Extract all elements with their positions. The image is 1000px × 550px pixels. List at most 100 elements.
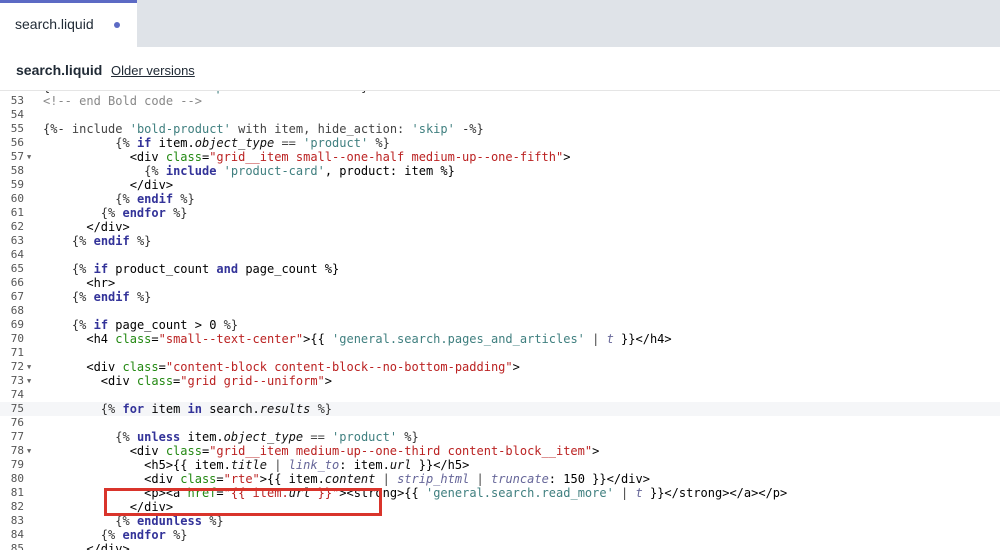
- tab-search-liquid[interactable]: search.liquid: [0, 0, 137, 47]
- code-token: {%-: [43, 122, 72, 136]
- code-token: "rte": [223, 472, 260, 486]
- line-number: 53: [10, 94, 24, 107]
- code-line[interactable]: 74: [0, 388, 1000, 402]
- code-token: =: [216, 472, 224, 486]
- code-text: {% for item in search.results %}: [43, 402, 332, 416]
- code-token: "{{ item.: [223, 486, 289, 500]
- code-text: {% endif %}: [43, 192, 195, 206]
- code-token: %}: [310, 402, 333, 416]
- code-token: endif: [93, 290, 130, 304]
- code-text: <h4 class="small--text-center">{{ 'gener…: [43, 332, 671, 346]
- code-text: {% if product_count and page_count %}: [43, 262, 339, 276]
- line-number: 58: [10, 164, 24, 177]
- fold-arrow-icon[interactable]: ▼: [27, 374, 35, 388]
- code-line[interactable]: 81 <p><a href="{{ item.url }}"><strong>{…: [0, 486, 1000, 500]
- code-editor[interactable]: 52{% include 'bold-mem-helper' with 'sea…: [0, 90, 1000, 550]
- code-token: <div: [144, 472, 181, 486]
- code-token: endif: [136, 192, 174, 206]
- code-line[interactable]: 69 {% if page_count > 0 %}: [0, 318, 1000, 332]
- code-line[interactable]: 67 {% endif %}: [0, 290, 1000, 304]
- code-token: : item.: [339, 458, 390, 472]
- fold-arrow-icon[interactable]: ▼: [27, 360, 35, 374]
- code-token: item: [144, 402, 188, 416]
- code-token: </div>: [86, 220, 130, 234]
- code-token: <hr>: [86, 276, 116, 290]
- line-number: 66: [10, 276, 24, 289]
- code-token: include: [71, 122, 123, 136]
- code-token: search.: [201, 402, 260, 416]
- line-number: 67: [10, 290, 24, 303]
- code-text: {% endfor %}: [43, 528, 188, 542]
- code-line[interactable]: 65 {% if product_count and page_count %}: [0, 262, 1000, 276]
- code-token: class: [115, 332, 152, 346]
- code-line[interactable]: 68: [0, 304, 1000, 318]
- code-token: {%: [100, 402, 123, 416]
- file-header: search.liquid Older versions: [0, 47, 1000, 90]
- code-line[interactable]: 84 {% endfor %}: [0, 528, 1000, 542]
- code-line[interactable]: 61 {% endfor %}: [0, 206, 1000, 220]
- code-line[interactable]: 85 </div>: [0, 542, 1000, 550]
- code-token: </div>: [86, 542, 130, 550]
- line-number: 55: [10, 122, 24, 135]
- code-line[interactable]: 57 ▼ <div class="grid__item small--one-ha…: [0, 150, 1000, 164]
- code-line[interactable]: 75 {% for item in search.results %}: [0, 402, 1000, 416]
- line-number: 73: [10, 374, 24, 387]
- code-token: truncate: [491, 472, 549, 486]
- older-versions-link[interactable]: Older versions: [111, 63, 195, 78]
- code-line[interactable]: 53 <!-- end Bold code -->: [0, 94, 1000, 108]
- code-token: <p><a: [144, 486, 188, 500]
- code-token: class: [165, 150, 202, 164]
- code-token: {%: [71, 262, 94, 276]
- code-line[interactable]: 60 {% endif %}: [0, 192, 1000, 206]
- file-name: search.liquid: [16, 62, 103, 78]
- code-text: <hr>: [43, 276, 115, 290]
- code-token: link_to: [288, 458, 340, 472]
- code-line[interactable]: 62 </div>: [0, 220, 1000, 234]
- code-line[interactable]: 59 </div>: [0, 178, 1000, 192]
- code-token: >{{ item.: [259, 472, 325, 486]
- code-token: <h5>{{ item.: [144, 458, 231, 472]
- code-token: "grid__item small--one-half medium-up--o…: [209, 150, 564, 164]
- code-line[interactable]: 63 {% endif %}: [0, 234, 1000, 248]
- code-line[interactable]: 80 <div class="rte">{{ item.content | st…: [0, 472, 1000, 486]
- code-line[interactable]: 79 <h5>{{ item.title | link_to: item.url…: [0, 458, 1000, 472]
- fold-arrow-icon[interactable]: ▼: [27, 150, 35, 164]
- code-line[interactable]: 73 ▼ <div class="grid grid--uniform">: [0, 374, 1000, 388]
- code-line[interactable]: 64: [0, 248, 1000, 262]
- line-number: 59: [10, 178, 24, 191]
- code-line[interactable]: 72 ▼ <div class="content-block content-bl…: [0, 360, 1000, 374]
- code-line[interactable]: 71: [0, 346, 1000, 360]
- code-token: "grid__item medium-up--one-third content…: [209, 444, 593, 458]
- code-line[interactable]: 58 {% include 'product-card', product: i…: [0, 164, 1000, 178]
- code-token: }}": [310, 486, 340, 500]
- code-line[interactable]: 83 {% endunless %}: [0, 514, 1000, 528]
- tab-bar: search.liquid: [0, 0, 1000, 47]
- line-number: 60: [10, 192, 24, 205]
- code-token: >{{: [303, 332, 333, 346]
- fold-arrow-icon[interactable]: ▼: [27, 444, 35, 458]
- code-line[interactable]: 70 <h4 class="small--text-center">{{ 'ge…: [0, 332, 1000, 346]
- code-token: class: [122, 360, 159, 374]
- code-token: <h4: [86, 332, 116, 346]
- code-token: ==: [274, 136, 304, 150]
- code-line[interactable]: 78 ▼ <div class="grid__item medium-up--on…: [0, 444, 1000, 458]
- line-number: 83: [10, 514, 24, 527]
- code-token: 'product-card': [223, 164, 325, 178]
- code-token: |: [613, 486, 636, 500]
- code-line[interactable]: 56 {% if item.object_type == 'product' %…: [0, 136, 1000, 150]
- code-line[interactable]: 82 </div>: [0, 500, 1000, 514]
- code-token: >: [512, 360, 520, 374]
- code-token: url: [389, 458, 412, 472]
- code-line[interactable]: 55 {%- include 'bold-product' with item, …: [0, 122, 1000, 136]
- code-token: %}: [216, 318, 239, 332]
- code-token: if: [93, 262, 109, 276]
- line-number: 71: [10, 346, 24, 359]
- code-line[interactable]: 76: [0, 416, 1000, 430]
- code-line[interactable]: 66 <hr>: [0, 276, 1000, 290]
- code-token: endfor: [122, 206, 166, 220]
- line-number: 70: [10, 332, 24, 345]
- code-line[interactable]: 77 {% unless item.object_type == 'produc…: [0, 430, 1000, 444]
- code-token: {%: [71, 318, 94, 332]
- code-token: >: [324, 374, 333, 388]
- code-line[interactable]: 54: [0, 108, 1000, 122]
